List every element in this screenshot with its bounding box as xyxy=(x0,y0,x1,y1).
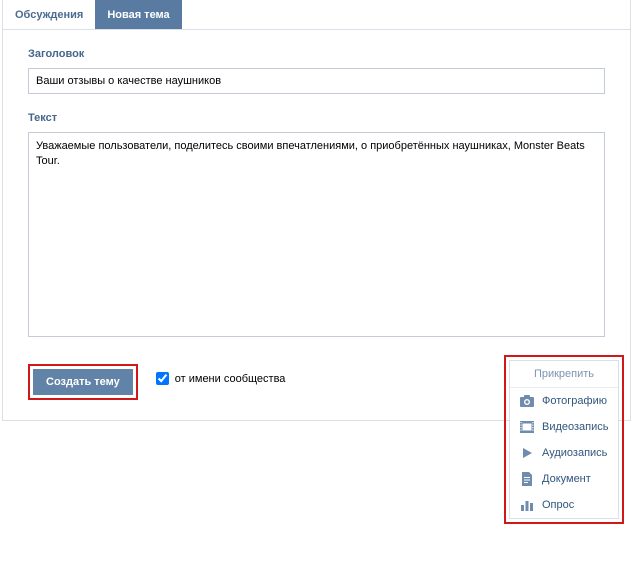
community-checkbox-label: от имени сообщества xyxy=(175,373,286,385)
title-input[interactable] xyxy=(28,68,605,94)
document-icon xyxy=(520,472,534,486)
attach-label: Опрос xyxy=(542,499,574,511)
attach-label: Документ xyxy=(542,473,591,485)
new-topic-card: Обсуждения Новая тема Заголовок Текст Со… xyxy=(2,0,631,421)
camera-icon xyxy=(520,394,534,408)
create-topic-button[interactable]: Создать тему xyxy=(33,369,133,395)
form-area: Заголовок Текст xyxy=(3,30,630,350)
attach-label: Аудиозапись xyxy=(542,447,607,459)
attach-header: Прикрепить xyxy=(510,361,618,388)
tab-discussions[interactable]: Обсуждения xyxy=(3,0,95,29)
film-icon xyxy=(520,420,534,434)
attach-document[interactable]: Документ xyxy=(510,466,618,492)
community-checkbox-wrap[interactable]: от имени сообщества xyxy=(156,372,286,385)
attach-audio[interactable]: Аудиозапись xyxy=(510,440,618,466)
title-label: Заголовок xyxy=(28,48,605,60)
community-checkbox[interactable] xyxy=(156,372,169,385)
text-textarea[interactable] xyxy=(28,132,605,337)
attach-label: Фотографию xyxy=(542,395,607,407)
tabs-bar: Обсуждения Новая тема xyxy=(3,0,630,30)
attach-photo[interactable]: Фотографию xyxy=(510,388,618,414)
attach-label: Видеозапись xyxy=(542,421,609,433)
play-icon xyxy=(520,446,534,460)
highlight-create: Создать тему xyxy=(28,364,138,400)
attach-video[interactable]: Видеозапись xyxy=(510,414,618,440)
footer: Создать тему от имени сообщества Прикреп… xyxy=(3,350,630,420)
poll-icon xyxy=(520,498,534,512)
text-label: Текст xyxy=(28,112,605,124)
tab-new-topic[interactable]: Новая тема xyxy=(95,0,181,29)
attach-poll[interactable]: Опрос xyxy=(510,492,618,518)
attach-panel: Прикрепить Фотографию Видеозапись Аудиоз… xyxy=(509,360,619,519)
